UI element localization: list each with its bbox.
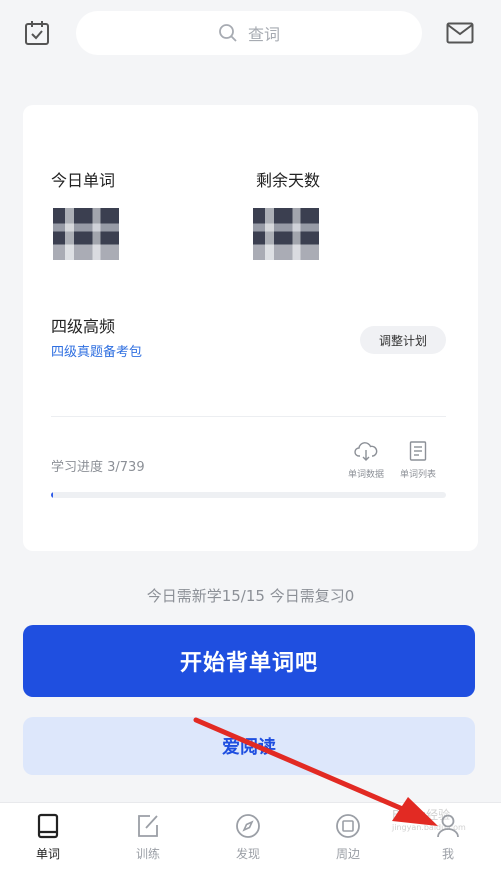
mail-icon[interactable]: [446, 22, 474, 44]
plan-title: 四级高频: [51, 317, 116, 336]
tab-discover[interactable]: 发现: [218, 813, 278, 862]
document-list-icon: [409, 441, 427, 461]
shop-icon: [336, 814, 360, 838]
tab-nearby-label: 周边: [335, 847, 360, 861]
adjust-plan-button[interactable]: 调整计划: [360, 326, 446, 354]
today-words-value-blurred: [53, 208, 119, 260]
cloud-download-icon: [354, 442, 378, 461]
word-data-label: 单词数据: [347, 470, 384, 480]
calendar-check-icon[interactable]: [24, 20, 50, 46]
search-input[interactable]: 查词: [76, 11, 422, 55]
progress-bar: [51, 492, 446, 498]
tab-training[interactable]: 训练: [118, 813, 178, 862]
tab-words[interactable]: 单词: [18, 813, 78, 862]
word-list-button[interactable]: 单词列表: [394, 441, 442, 480]
watermark-subtitle: jingyan.baidu.com: [392, 823, 466, 832]
word-data-button[interactable]: 单词数据: [342, 441, 390, 480]
progress-bar-fill: [51, 492, 53, 498]
remaining-days-label: 剩余天数: [256, 171, 321, 190]
today-words-label: 今日单词: [51, 171, 116, 190]
watermark: Baidu经验 jingyan.baidu.com: [392, 806, 466, 832]
book-icon: [37, 813, 59, 839]
love-reading-button[interactable]: 爱阅读: [23, 717, 475, 775]
tab-discover-label: 发现: [235, 847, 260, 861]
tab-nearby[interactable]: 周边: [318, 813, 378, 862]
word-list-label: 单词列表: [399, 470, 436, 480]
tab-training-label: 训练: [135, 847, 160, 861]
compass-icon: [236, 814, 260, 838]
today-summary: 今日需新学15/15 今日需复习0: [146, 587, 355, 605]
edit-icon: [138, 815, 158, 837]
search-placeholder: 查词: [247, 25, 280, 44]
plan-subtitle-link[interactable]: 四级真题备考包: [51, 341, 142, 360]
start-memorizing-button[interactable]: 开始背单词吧: [23, 625, 475, 697]
divider: [51, 416, 446, 417]
top-bar: 查词: [0, 0, 501, 66]
plan-card: 今日单词 剩余天数 四级高频 四级真题备考包 调整计划 学习进度 3/739 单…: [23, 105, 478, 551]
watermark-title: Baidu经验: [392, 808, 451, 822]
search-icon: [219, 24, 237, 42]
progress-label: 学习进度 3/739: [51, 460, 145, 475]
remaining-days-value-blurred: [253, 208, 319, 260]
tab-words-label: 单词: [35, 847, 60, 861]
tab-me-label: 我: [441, 847, 454, 861]
